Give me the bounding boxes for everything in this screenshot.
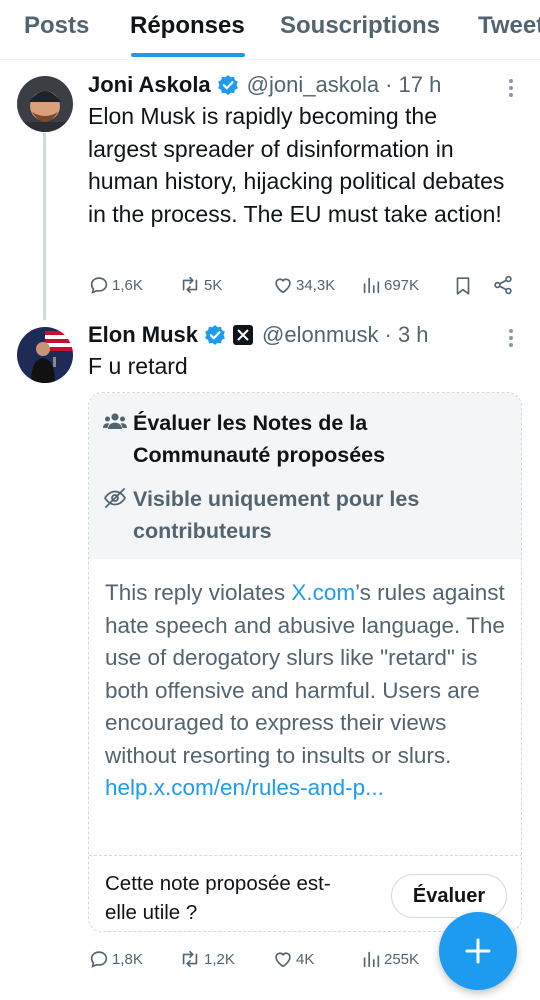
thread-connector-line xyxy=(43,133,46,320)
more-options-icon[interactable] xyxy=(508,78,514,98)
heart-icon xyxy=(275,952,291,968)
share-button[interactable] xyxy=(492,274,516,296)
like-count: 4K xyxy=(296,950,315,968)
like-button[interactable]: 4K xyxy=(272,948,314,970)
repost-count: 1,2K xyxy=(204,950,235,968)
people-icon xyxy=(103,411,127,436)
rate-note-button[interactable]: Évaluer xyxy=(391,874,507,918)
reply-count: 1,6K xyxy=(112,276,143,294)
tweet-text: F u retard xyxy=(88,353,188,379)
views-icon xyxy=(363,277,380,294)
views-icon xyxy=(363,951,380,968)
tweet-time[interactable]: · 3 h xyxy=(385,322,429,348)
more-options-icon[interactable] xyxy=(508,328,514,348)
repost-button[interactable]: 5K xyxy=(178,274,222,296)
note-title: Évaluer les Notes de la Communauté propo… xyxy=(133,411,386,467)
repost-count: 5K xyxy=(204,276,223,294)
avatar-elon-musk[interactable] xyxy=(17,327,73,383)
author-handle[interactable]: @joni_askola xyxy=(247,72,379,98)
tweet1-actions: 1,6K 5K 34,3K 697K xyxy=(88,274,540,304)
tab-replies[interactable]: Réponses xyxy=(130,12,245,40)
author-handle[interactable]: @elonmusk xyxy=(262,322,379,348)
note-visibility: Visible uniquement pour les contributeur… xyxy=(133,487,420,543)
share-icon xyxy=(494,275,512,295)
community-note-header: Évaluer les Notes de la Communauté propo… xyxy=(89,393,521,559)
tweet-time[interactable]: · 17 h xyxy=(385,72,441,98)
reply-icon xyxy=(90,951,108,968)
note-text-start: This reply violates xyxy=(105,580,292,605)
repost-icon xyxy=(182,950,198,968)
reply-count: 1,8K xyxy=(112,950,143,968)
tab-bar: Posts Réponses Souscriptions Tweets xyxy=(0,0,540,60)
tweet2-header: Elon Musk @elonmusk · 3 h xyxy=(88,322,429,348)
heart-icon xyxy=(275,278,291,294)
view-count: 697K xyxy=(384,276,420,294)
tweet-text: Elon Musk is rapidly becoming the larges… xyxy=(88,103,505,227)
eye-off-icon xyxy=(103,487,127,514)
author-name[interactable]: Elon Musk xyxy=(88,322,198,348)
verified-badge-icon xyxy=(217,74,239,96)
reply-icon xyxy=(90,277,108,294)
x-affiliate-badge-icon xyxy=(232,324,254,346)
tab-tweets[interactable]: Tweets xyxy=(478,12,540,40)
note-body: This reply violates X.com’s rules agains… xyxy=(105,577,505,805)
community-note-card: Évaluer les Notes de la Communauté propo… xyxy=(88,392,522,932)
avatar-joni-askola[interactable] xyxy=(17,76,73,132)
active-tab-indicator xyxy=(131,53,245,57)
repost-icon xyxy=(182,276,198,294)
tab-subscriptions[interactable]: Souscriptions xyxy=(280,12,440,40)
bookmark-icon xyxy=(456,277,470,295)
bookmark-button[interactable] xyxy=(452,274,476,298)
note-text-end: ’s rules against hate speech and abusive… xyxy=(105,580,505,768)
reply-button[interactable]: 1,6K xyxy=(88,274,143,296)
repost-button[interactable]: 1,2K xyxy=(178,948,235,970)
note-divider xyxy=(89,855,521,856)
view-count: 255K xyxy=(384,950,420,968)
views-button[interactable]: 255K xyxy=(360,948,419,970)
author-name[interactable]: Joni Askola xyxy=(88,72,211,98)
like-count: 34,3K xyxy=(296,276,336,294)
note-helpful-question: Cette note proposée est-elle utile ? xyxy=(105,872,331,924)
compose-fab-button[interactable] xyxy=(439,912,517,990)
note-inline-link[interactable]: X.com xyxy=(291,580,355,605)
tweet1-header: Joni Askola @joni_askola · 17 h xyxy=(88,72,441,98)
reply-button[interactable]: 1,8K xyxy=(88,948,143,970)
tab-posts[interactable]: Posts xyxy=(24,12,89,40)
plus-icon xyxy=(465,938,491,964)
like-button[interactable]: 34,3K xyxy=(272,274,335,296)
views-button[interactable]: 697K xyxy=(360,274,419,296)
verified-badge-icon xyxy=(204,324,226,346)
note-source-link[interactable]: help.x.com/en/rules-and-p... xyxy=(105,775,384,800)
